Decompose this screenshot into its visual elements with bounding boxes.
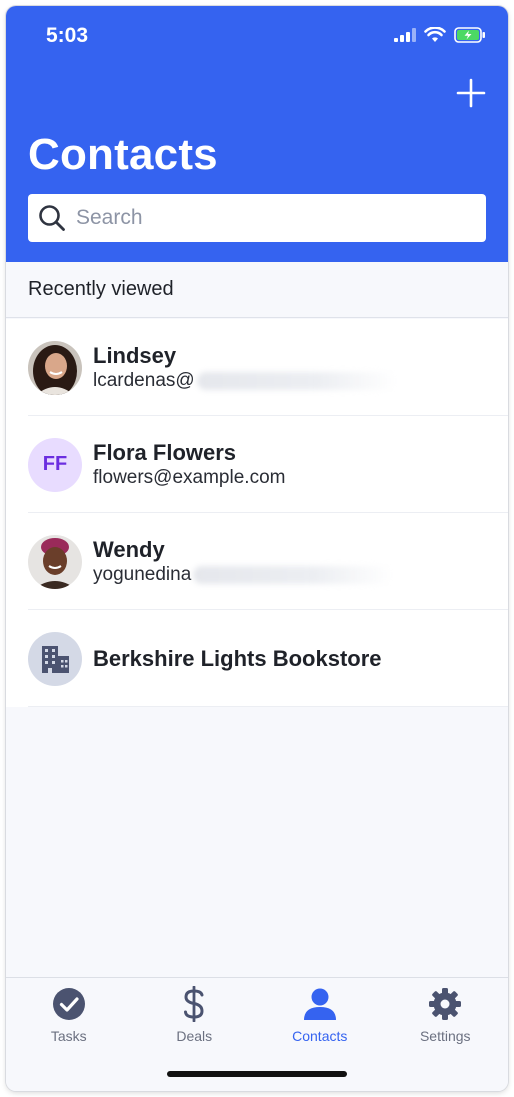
status-time: 5:03: [46, 24, 89, 47]
add-contact-button[interactable]: [454, 76, 488, 110]
gear-icon: [427, 986, 463, 1022]
building-icon: [42, 645, 69, 673]
section-title: Recently viewed: [28, 278, 174, 300]
avatar-company: [28, 631, 82, 686]
contact-name: Flora Flowers: [93, 439, 237, 465]
check-circle-icon: [51, 986, 87, 1022]
search-input[interactable]: [76, 206, 456, 230]
app-header: 5:03 Contacts Search: [6, 6, 508, 262]
tab-label: Tasks: [50, 1028, 87, 1044]
contact-email-text: yogunedina: [93, 563, 192, 585]
cellular-signal-icon: [394, 28, 416, 42]
wifi-icon: [424, 27, 446, 42]
search-icon: [39, 205, 65, 231]
page-title: Contacts: [28, 130, 218, 179]
battery-charging-icon: [454, 27, 485, 43]
avatar-initials: FF: [28, 437, 82, 492]
contact-email-text: lcardenas@: [93, 369, 195, 391]
contact-email: yogunedina: [93, 563, 394, 587]
dollar-icon: [176, 986, 212, 1022]
redacted-email-blur: [193, 565, 394, 584]
tab-label: Deals: [176, 1028, 213, 1044]
recently-viewed-header: Recently viewed: [6, 262, 508, 318]
redacted-email-blur: [196, 371, 397, 390]
status-icons: [394, 27, 486, 43]
contact-row-lindsey[interactable]: Lindsey lcardenas@: [6, 319, 508, 416]
row-divider: [28, 706, 508, 707]
home-indicator: [167, 1071, 347, 1077]
app-window: 5:03 Contacts Search Recently viewed Lin…: [6, 6, 508, 1091]
avatar-photo: [28, 340, 82, 395]
contact-row-berkshire-lights-bookstore[interactable]: Berkshire Lights Bookstore: [6, 610, 508, 707]
tab-settings[interactable]: Settings: [383, 978, 509, 1091]
contact-name: Wendy: [93, 536, 165, 562]
contact-row-wendy[interactable]: Wendy yogunedina: [6, 513, 508, 610]
contact-name: Berkshire Lights Bookstore: [93, 645, 382, 671]
contact-row-flora-flowers[interactable]: FF Flora Flowers flowers@example.com: [6, 416, 508, 513]
tab-label: Contacts: [292, 1028, 348, 1044]
contact-name: Lindsey: [93, 342, 177, 368]
search-bar[interactable]: [28, 194, 486, 242]
contact-email: lcardenas@: [93, 369, 397, 393]
tab-tasks[interactable]: Tasks: [6, 978, 132, 1091]
tab-label: Settings: [419, 1028, 471, 1044]
contact-email: flowers@example.com: [93, 466, 286, 488]
avatar-photo: [28, 534, 82, 589]
contact-list: Lindsey lcardenas@ FF Flora Flowers flow…: [6, 319, 508, 707]
person-icon: [302, 986, 338, 1022]
plus-icon: [456, 78, 486, 108]
